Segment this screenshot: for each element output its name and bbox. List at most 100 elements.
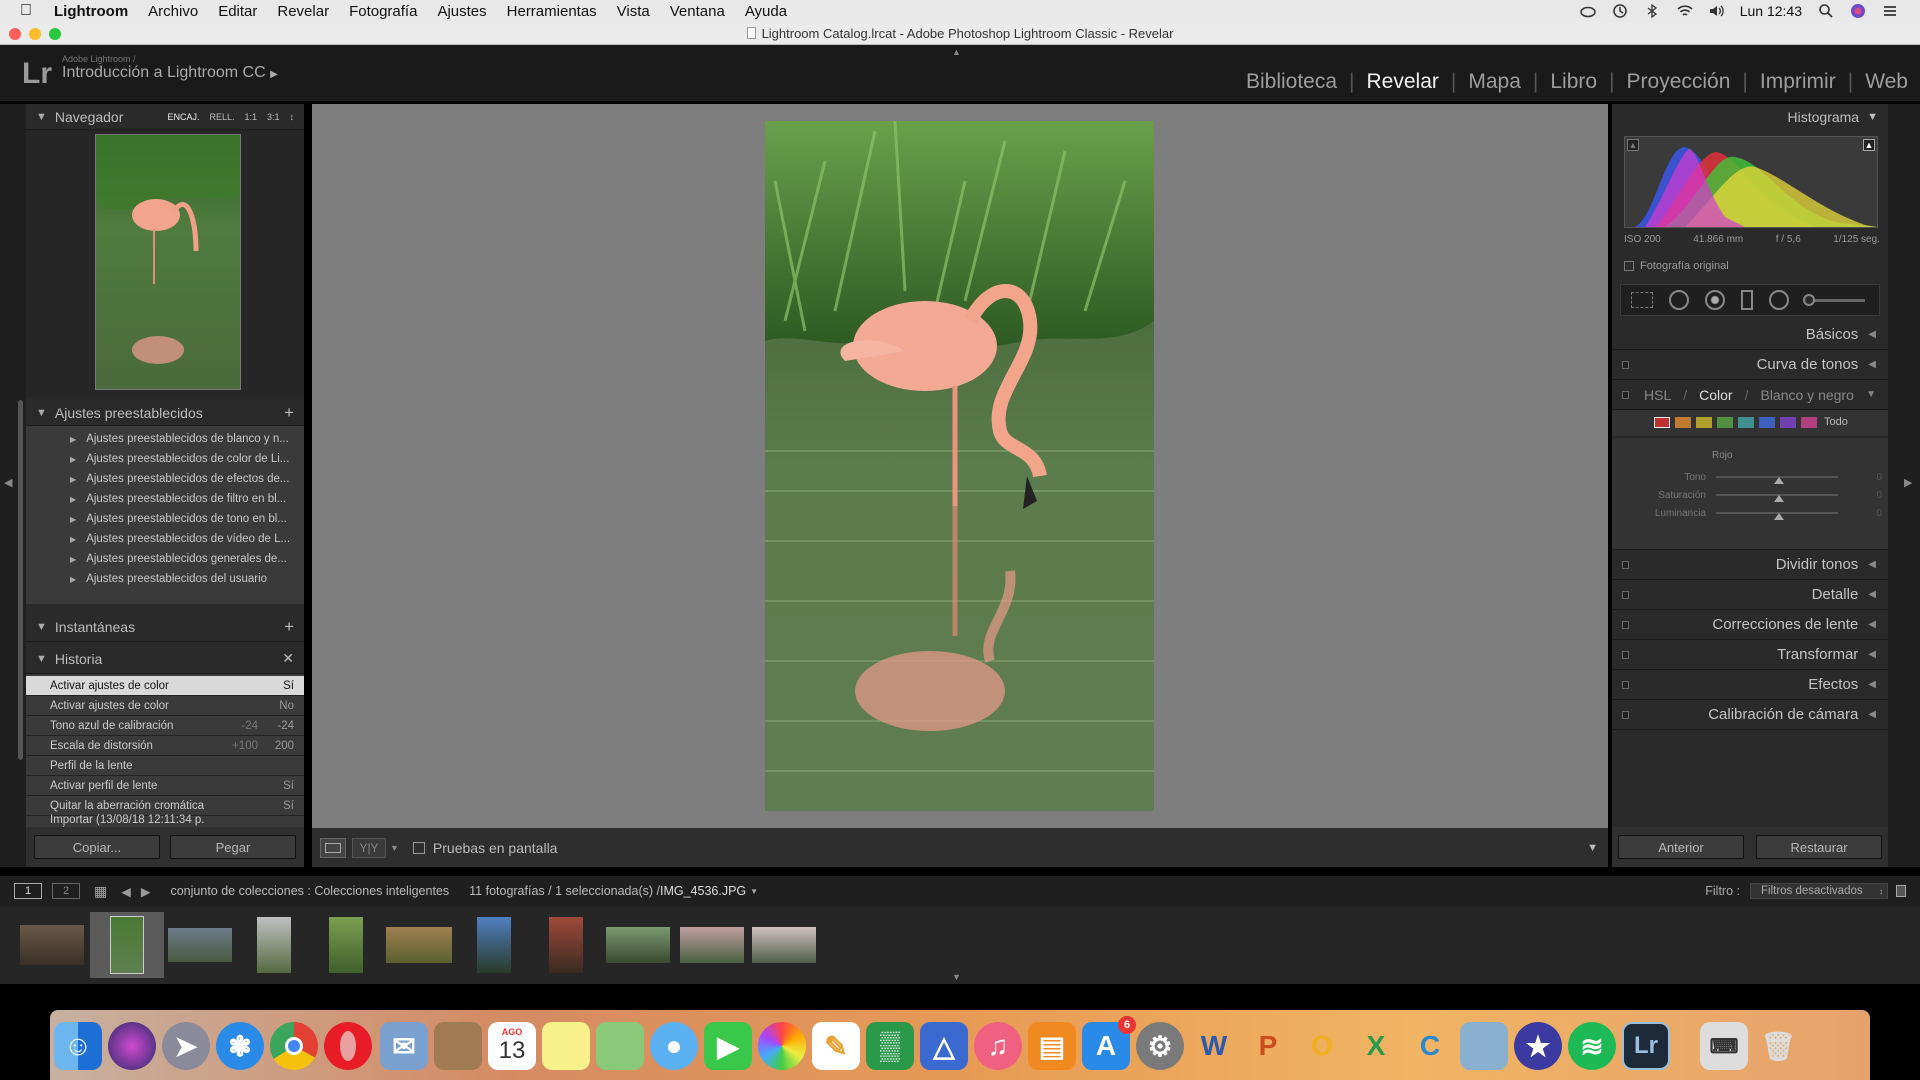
zoom-window-button[interactable] [49,28,61,40]
menu-vista[interactable]: Vista [617,3,650,20]
menu-ajustes[interactable]: Ajustes [437,3,486,20]
messages-icon[interactable]: ● [650,1022,698,1070]
filmstrip-source[interactable]: conjunto de colecciones : Colecciones in… [170,884,449,898]
red-eye-icon[interactable] [1705,290,1725,310]
aqua-swatch[interactable] [1738,416,1754,428]
filmstrip-thumbnail[interactable] [238,912,310,978]
preset-folder[interactable]: ▶ Ajustes preestablecidos del usuario [26,569,304,589]
siri-app-icon[interactable] [108,1022,156,1070]
preset-folder[interactable]: ▶ Ajustes preestablecidos generales de... [26,549,304,569]
color-tab[interactable]: Color [1699,387,1732,403]
menu-editar[interactable]: Editar [218,3,257,20]
preset-folder[interactable]: ▶ Ajustes preestablecidos de tono en bl..… [26,509,304,529]
presets-header[interactable]: ▼ Ajustes preestablecidos + [26,400,304,426]
zoom-fill[interactable]: RELL. [209,112,234,122]
lightroom-dock-icon[interactable]: Lr [1622,1022,1670,1070]
siri-icon[interactable] [1850,3,1866,19]
pages-icon[interactable]: ✎ [812,1022,860,1070]
history-step[interactable]: Activar ajustes de color Sí [26,676,304,696]
notification-center-icon[interactable] [1882,3,1898,19]
radial-filter-icon[interactable] [1769,290,1789,310]
primary-window-button[interactable]: 1 [14,883,42,899]
history-step[interactable]: Escala de distorsión +100 200 [26,736,304,756]
red-swatch[interactable] [1654,416,1670,428]
menu-ayuda[interactable]: Ayuda [745,3,787,20]
powerpoint-icon[interactable]: P [1244,1022,1292,1070]
time-machine-icon[interactable] [1612,3,1628,19]
saturation-slider[interactable] [1716,494,1838,502]
history-step[interactable]: Activar perfil de lente Sí [26,776,304,796]
collapse-filmstrip-icon[interactable]: ▼ [952,972,961,982]
disclosure-triangle-icon[interactable]: ▼ [36,407,47,419]
safari-icon[interactable]: ❃ [216,1022,264,1070]
hsl-tab[interactable]: HSL [1644,387,1671,403]
history-header[interactable]: ▼ Historia ✕ [26,644,304,674]
previous-settings-button[interactable]: Anterior [1618,835,1744,859]
trash-icon[interactable]: 🗑 [1754,1022,1802,1070]
toolbar-menu-icon[interactable]: ▼ [1587,842,1598,854]
menu-revelar[interactable]: Revelar [277,3,329,20]
highlight-clipping-icon[interactable]: ▲ [1863,139,1875,151]
magenta-swatch[interactable] [1801,416,1817,428]
play-icon[interactable]: ▶ [270,69,278,80]
opera-icon[interactable] [324,1022,372,1070]
basic-panel-header[interactable]: Básicos ◀ [1612,320,1888,350]
purple-swatch[interactable] [1780,416,1796,428]
photos-icon[interactable] [758,1022,806,1070]
panel-toggle-switch[interactable] [1622,651,1629,659]
original-photo-checkbox[interactable] [1624,261,1634,271]
numbers-icon[interactable]: ▒ [866,1022,914,1070]
minimize-window-button[interactable] [29,28,41,40]
zoom-1-1[interactable]: 1:1 [244,112,257,122]
menu-herramientas[interactable]: Herramientas [507,3,597,20]
back-arrow-icon[interactable]: ◀ [121,884,131,899]
panel-toggle-switch[interactable] [1622,711,1629,719]
module-proyeccion[interactable]: Proyección [1615,70,1743,94]
clear-history-icon[interactable]: ✕ [282,650,294,667]
all-colors-label[interactable]: Todo [1824,416,1848,428]
filmstrip-thumbnail[interactable] [602,912,674,978]
bw-tab[interactable]: Blanco y negro [1760,387,1853,403]
snapshots-header[interactable]: ▼ Instantáneas + [26,612,304,642]
panel-toggle-switch[interactable] [1622,681,1629,689]
contacts-icon[interactable] [434,1022,482,1070]
filmstrip-thumbnail[interactable] [458,912,530,978]
filmstrip-thumbnail[interactable] [676,912,748,978]
add-snapshot-icon[interactable]: + [284,617,294,637]
camera-calibration-panel-header[interactable]: Calibración de cámara ◀ [1612,700,1888,730]
reset-button[interactable]: Restaurar [1756,835,1882,859]
spotify-icon[interactable]: ≋ [1568,1022,1616,1070]
panel-toggle-switch[interactable] [1622,391,1629,399]
module-revelar[interactable]: Revelar [1355,70,1451,94]
split-toning-panel-header[interactable]: Dividir tonos ◀ [1612,550,1888,580]
panel-toggle-switch[interactable] [1622,591,1629,599]
yellow-swatch[interactable] [1696,416,1712,428]
creative-cloud-icon[interactable] [1579,3,1596,19]
paste-settings-button[interactable]: Pegar [170,835,296,859]
word-icon[interactable]: W [1190,1022,1238,1070]
hue-slider[interactable] [1716,476,1838,484]
apple-icon[interactable]:  [20,2,40,20]
navigator-header[interactable]: ▼ Navegador ENCAJ. RELL. 1:1 3:1 ↕ [26,104,304,130]
left-panel-scrollbar[interactable] [18,400,23,760]
keynote-icon[interactable]: △ [920,1022,968,1070]
filmstrip-thumbnail[interactable] [164,912,236,978]
filmstrip-thumbnail[interactable] [310,912,382,978]
histogram-header[interactable]: Histograma ▼ [1612,104,1888,130]
system-preferences-icon[interactable]: ⚙ [1136,1022,1184,1070]
disclosure-triangle-icon[interactable]: ▼ [36,653,47,665]
identity-plate[interactable]: Adobe Lightroom / Introducción a Lightro… [62,54,278,82]
module-mapa[interactable]: Mapa [1456,70,1533,94]
crop-tool-icon[interactable] [1631,292,1653,308]
loupe-view-icon[interactable] [320,837,346,858]
forward-arrow-icon[interactable]: ▶ [141,884,151,899]
collapse-top-panel-icon[interactable]: ▲ [952,47,961,57]
chrome-icon[interactable] [270,1022,318,1070]
keyboard-viewer-icon[interactable]: ⌨ [1700,1022,1748,1070]
menu-app[interactable]: Lightroom [54,3,128,20]
tone-curve-panel-header[interactable]: Curva de tonos ◀ [1612,350,1888,380]
luminance-slider[interactable] [1716,512,1838,520]
close-window-button[interactable] [9,28,21,40]
preset-folder[interactable]: ▶ Ajustes preestablecidos de blanco y n..… [26,429,304,449]
filmstrip-thumbnail[interactable] [748,912,820,978]
